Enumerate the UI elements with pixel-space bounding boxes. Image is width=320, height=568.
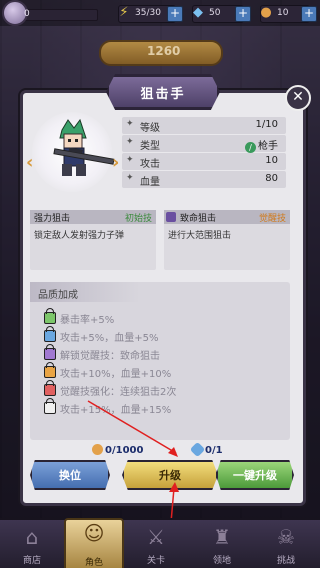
stat-label: 等级	[140, 123, 160, 134]
skill-name: 致命狙击	[180, 214, 217, 224]
skill-description: 进行大范围狙击	[168, 231, 232, 241]
nav-label: 关卡	[146, 556, 165, 566]
diamond-bullet-icon: ✦	[126, 173, 134, 183]
xp-bar	[18, 9, 98, 21]
stat-value: 10	[265, 155, 278, 166]
bonus-text: 暴击率+5%	[60, 315, 115, 326]
one-click-upgrade-button[interactable]: 一键升级	[216, 460, 294, 490]
shard-cost: 0/1	[189, 441, 223, 458]
lock-icon	[44, 380, 56, 396]
hero-stats-table: ✦ 等级 1/10 ✦ 类型 ∕ 枪手 ✦ 攻击 10 ✦ 血量 80	[122, 117, 286, 189]
gem-value: 50	[209, 8, 221, 18]
gold-value: 10	[277, 8, 289, 18]
skill-card-awaken[interactable]: 致命狙击 觉醒技 进行大范围狙击	[164, 210, 290, 270]
power-value: 1260	[147, 44, 181, 58]
lock-icon	[44, 344, 56, 360]
diamond-bullet-icon: ✦	[126, 155, 134, 165]
shard-cost-value: 0/1	[205, 445, 223, 456]
stat-label: 血量	[140, 177, 160, 188]
red-arrow-annotation	[87, 400, 178, 457]
skill-card-initial[interactable]: 强力狙击 初始技 锁定敌人发射强力子弹	[30, 210, 156, 270]
coin-icon: ●	[260, 5, 272, 20]
nav-item-character[interactable]: ☺ 角色	[64, 518, 124, 568]
panel-title: 狙击手	[140, 86, 186, 102]
lock-icon	[44, 362, 56, 378]
stat-value: 80	[265, 173, 278, 184]
hero-portrait-area: ‹ ›	[24, 108, 120, 198]
rifle-role-icon: ∕	[245, 142, 256, 153]
quality-header: 品质加成	[30, 282, 140, 302]
bottom-navigation: ⌂ 商店 ☺ 角色 ⚔ 关卡 ♜ 领地 ☠ 挑战	[0, 518, 320, 568]
gem-icon: ◆	[193, 5, 203, 20]
stat-row-hp: ✦ 血量 80	[122, 171, 286, 188]
nav-item-challenge[interactable]: ☠ 挑战	[258, 524, 314, 568]
territory-icon: ♜	[213, 525, 231, 549]
shard-icon	[189, 441, 206, 458]
diamond-bullet-icon: ✦	[126, 137, 134, 147]
lock-icon	[44, 326, 56, 342]
lock-skill-icon	[166, 212, 176, 222]
stat-row-level: ✦ 等级 1/10	[122, 117, 286, 134]
gem-add-button[interactable]: +	[235, 6, 251, 22]
character-icon: ☺	[83, 521, 105, 545]
stat-row-type: ✦ 类型 ∕ 枪手	[122, 135, 286, 153]
stat-value: 1/10	[255, 119, 278, 130]
stat-label: 类型	[140, 141, 160, 152]
close-button[interactable]: ✕	[285, 85, 311, 111]
power-badge: 1260	[99, 40, 223, 66]
gold-counter: ● 10 +	[260, 5, 317, 23]
nav-label: 挑战	[276, 556, 295, 566]
skill-header: 致命狙击 觉醒技	[164, 210, 290, 224]
lock-icon	[44, 398, 56, 414]
skill-header: 强力狙击 初始技	[30, 210, 156, 224]
nav-label: 商店	[22, 556, 41, 566]
panel-title-tab: 狙击手	[106, 74, 220, 110]
skill-name: 强力狙击	[34, 214, 71, 224]
stat-value: ∕ 枪手	[245, 137, 278, 153]
stamina-counter: ⚡ 35/30 +	[118, 5, 183, 23]
lightning-icon: ⚡	[119, 5, 129, 20]
nav-label: 角色	[84, 558, 103, 568]
next-hero-arrow[interactable]: ›	[112, 152, 119, 173]
quality-title: 品质加成	[38, 290, 78, 301]
nav-item-level[interactable]: ⚔ 关卡	[128, 524, 184, 568]
stamina-value: 35/30	[135, 8, 161, 18]
stat-row-attack: ✦ 攻击 10	[122, 153, 286, 170]
gold-add-button[interactable]: +	[301, 6, 317, 22]
skill-tag: 初始技	[124, 214, 152, 224]
nav-item-territory[interactable]: ♜ 领地	[194, 524, 250, 568]
stamina-add-button[interactable]: +	[167, 6, 183, 22]
nav-item-shop[interactable]: ⌂ 商店	[4, 524, 60, 568]
skill-description: 锁定敌人发射强力子弹	[34, 231, 125, 241]
nav-label: 领地	[212, 556, 231, 566]
diamond-bullet-icon: ✦	[126, 119, 134, 129]
stat-label: 攻击	[140, 159, 160, 170]
top-status-bar: 0 ⚡ 35/30 + ◆ 50 + ● 10 +	[0, 0, 320, 26]
bonus-text: 攻击+5%，血量+5%	[60, 333, 159, 344]
level-icon: ⚔	[147, 525, 165, 549]
sniper-hero-sprite	[53, 118, 115, 176]
previous-hero-arrow[interactable]: ‹	[26, 152, 33, 173]
xp-value: 0	[24, 9, 30, 19]
role-name: 枪手	[258, 141, 278, 152]
gem-counter: ◆ 50 +	[192, 5, 251, 23]
bonus-text: 攻击+10%，血量+10%	[60, 369, 172, 380]
challenge-icon: ☠	[277, 525, 295, 549]
shop-icon: ⌂	[25, 525, 39, 549]
bonus-text: 解锁觉醒技：致命狙击	[60, 351, 160, 362]
skill-tag: 觉醒技	[258, 214, 286, 224]
lock-icon	[44, 308, 56, 324]
